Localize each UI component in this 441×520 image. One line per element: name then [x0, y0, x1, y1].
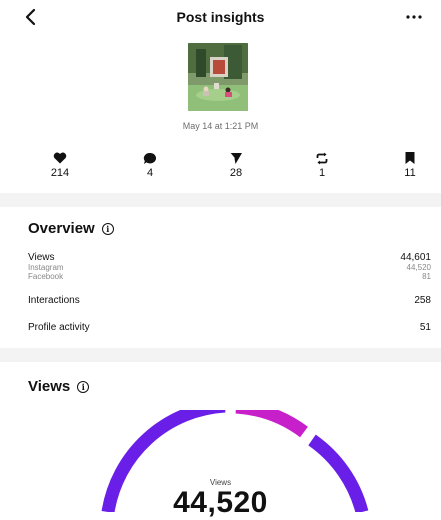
facebook-label: Facebook	[28, 272, 64, 281]
ring-segment-accent	[235, 410, 308, 438]
post-image	[188, 43, 248, 111]
views-title: Views	[28, 378, 71, 395]
profile-activity-value: 51	[419, 322, 431, 333]
post-thumbnail[interactable]	[188, 43, 248, 111]
post-date: May 14 at 1:21 PM	[182, 121, 259, 131]
section-divider	[0, 348, 441, 362]
comment-icon	[143, 152, 157, 164]
engagement-stats: 214 4 28 1 11	[0, 150, 441, 182]
views-value: 44,601	[400, 252, 431, 263]
heart-icon	[53, 152, 67, 164]
more-options-button[interactable]	[401, 6, 427, 28]
saves-stat: 11	[380, 150, 440, 179]
views-label: Views	[28, 252, 55, 263]
comments-stat: 4	[120, 150, 180, 179]
comments-count: 4	[146, 167, 154, 179]
info-icon[interactable]: i	[101, 222, 114, 235]
reposts-count: 1	[318, 167, 326, 179]
donut-value: 44,520	[173, 486, 268, 519]
instagram-label: Instagram	[28, 263, 64, 272]
saves-count: 11	[404, 167, 416, 179]
shares-stat: 28	[206, 150, 266, 179]
header-bar: Post insights	[0, 0, 441, 34]
likes-count: 214	[50, 167, 70, 179]
overview-heading: Overview i	[28, 220, 114, 237]
send-icon	[229, 152, 242, 164]
shares-count: 28	[229, 167, 243, 179]
facebook-value: 81	[422, 272, 431, 281]
profile-activity-label[interactable]: Profile activity	[28, 322, 90, 333]
instagram-value: 44,520	[406, 263, 431, 272]
reposts-stat: 1	[292, 150, 352, 179]
views-heading: Views i	[28, 378, 90, 395]
interactions-value: 258	[414, 295, 431, 306]
likes-stat: 214	[30, 150, 90, 179]
section-divider	[0, 193, 441, 207]
overview-title: Overview	[28, 220, 95, 237]
interactions-label[interactable]: Interactions	[28, 295, 80, 306]
more-horizontal-icon	[406, 15, 422, 19]
bookmark-icon	[405, 152, 415, 164]
repost-icon	[316, 152, 328, 164]
page-title: Post insights	[176, 9, 265, 25]
info-icon[interactable]: i	[77, 380, 90, 393]
